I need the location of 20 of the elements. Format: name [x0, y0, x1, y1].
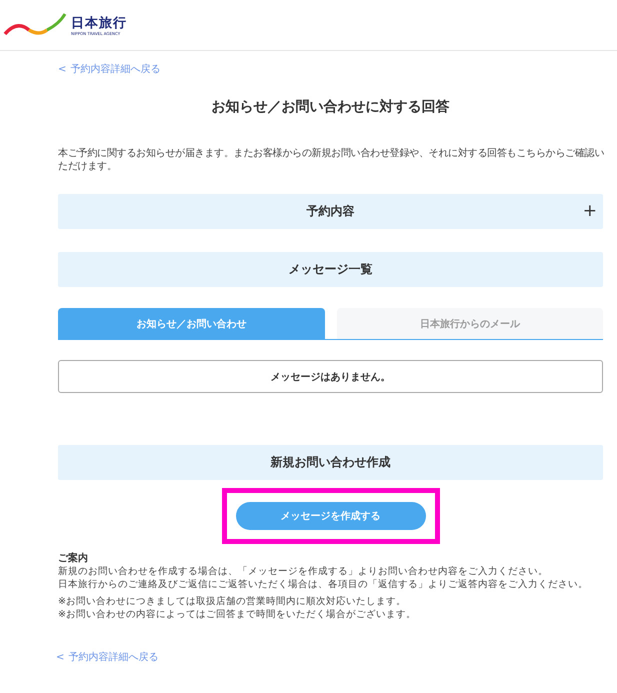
- logo-icon: [3, 12, 69, 38]
- logo-name: 日本旅行: [71, 16, 127, 30]
- empty-message: メッセージはありません。: [58, 360, 603, 393]
- tab[interactable]: 日本旅行からのメール: [336, 308, 603, 339]
- section-heading: 予約内容: [306, 203, 354, 220]
- section-heading: 新規お問い合わせ作成: [58, 445, 603, 480]
- note-text: ※お問い合わせの内容によってはご回答まで時間をいただく場合がございます。: [58, 608, 418, 621]
- expand-toggle[interactable]: +: [582, 201, 597, 221]
- guide-heading: ご案内: [58, 552, 89, 565]
- guide-text: 新規のお問い合わせを作成する場合は、「メッセージを作成する」よりお問い合わせ内容をご入力ください。: [58, 565, 549, 578]
- back-link[interactable]: < 予約内容詳細へ戻る: [56, 650, 158, 664]
- reservation-accordion[interactable]: 予約内容 +: [58, 194, 603, 229]
- description-text: 本ご予約に関するお知らせが届きます。またお客様からの新規お問い合わせ登録や、それに対する回答もこちらからご確認いただけます。: [58, 147, 605, 173]
- page-title: お知らせ／お問い合わせに対する回答: [210, 98, 450, 117]
- section-heading: メッセージ一覧: [58, 252, 603, 287]
- back-link[interactable]: < 予約内容詳細へ戻る: [58, 62, 160, 76]
- guide-text: 日本旅行からのご連絡及びご返信にご返答いただく場合は、各項目の「返信する」よりご返答内容をご入力ください。: [58, 578, 589, 591]
- note-text: ※お問い合わせにつきましては取扱店舗の営業時間内に順次対応いたします。: [58, 595, 408, 608]
- tab[interactable]: お知らせ／お問い合わせ: [58, 308, 324, 339]
- create-message-button[interactable]: メッセージを作成する: [236, 502, 426, 530]
